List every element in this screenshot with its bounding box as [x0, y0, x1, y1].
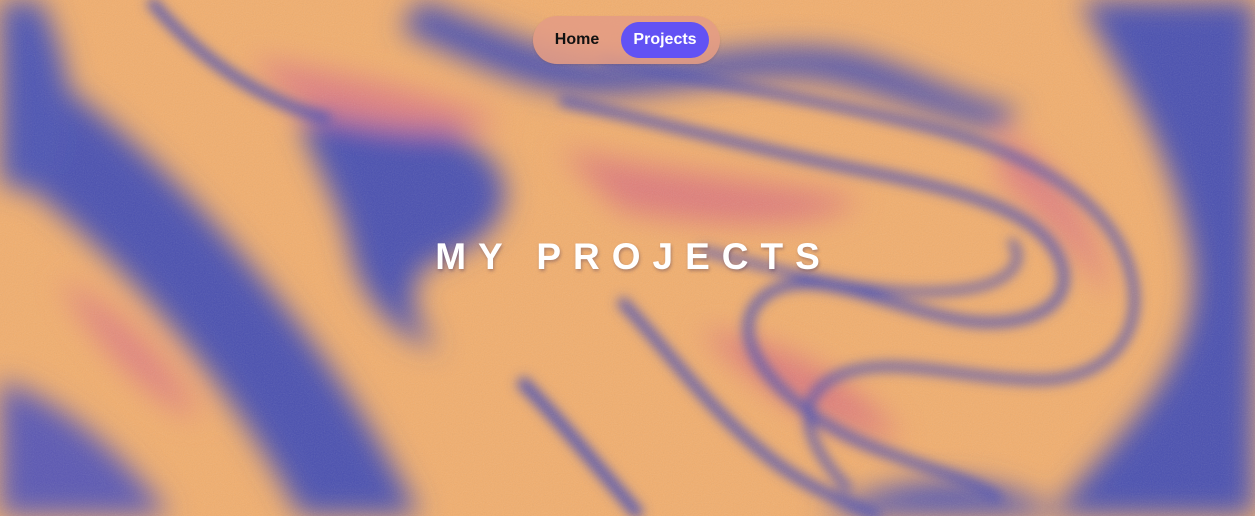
projects-page: Home Projects MY PROJECTS — [0, 0, 1255, 516]
nav-link-projects[interactable]: Projects — [621, 22, 709, 58]
nav-link-home[interactable]: Home — [543, 22, 611, 58]
page-title: MY PROJECTS — [435, 236, 832, 277]
top-navigation-pill: Home Projects — [533, 16, 720, 64]
